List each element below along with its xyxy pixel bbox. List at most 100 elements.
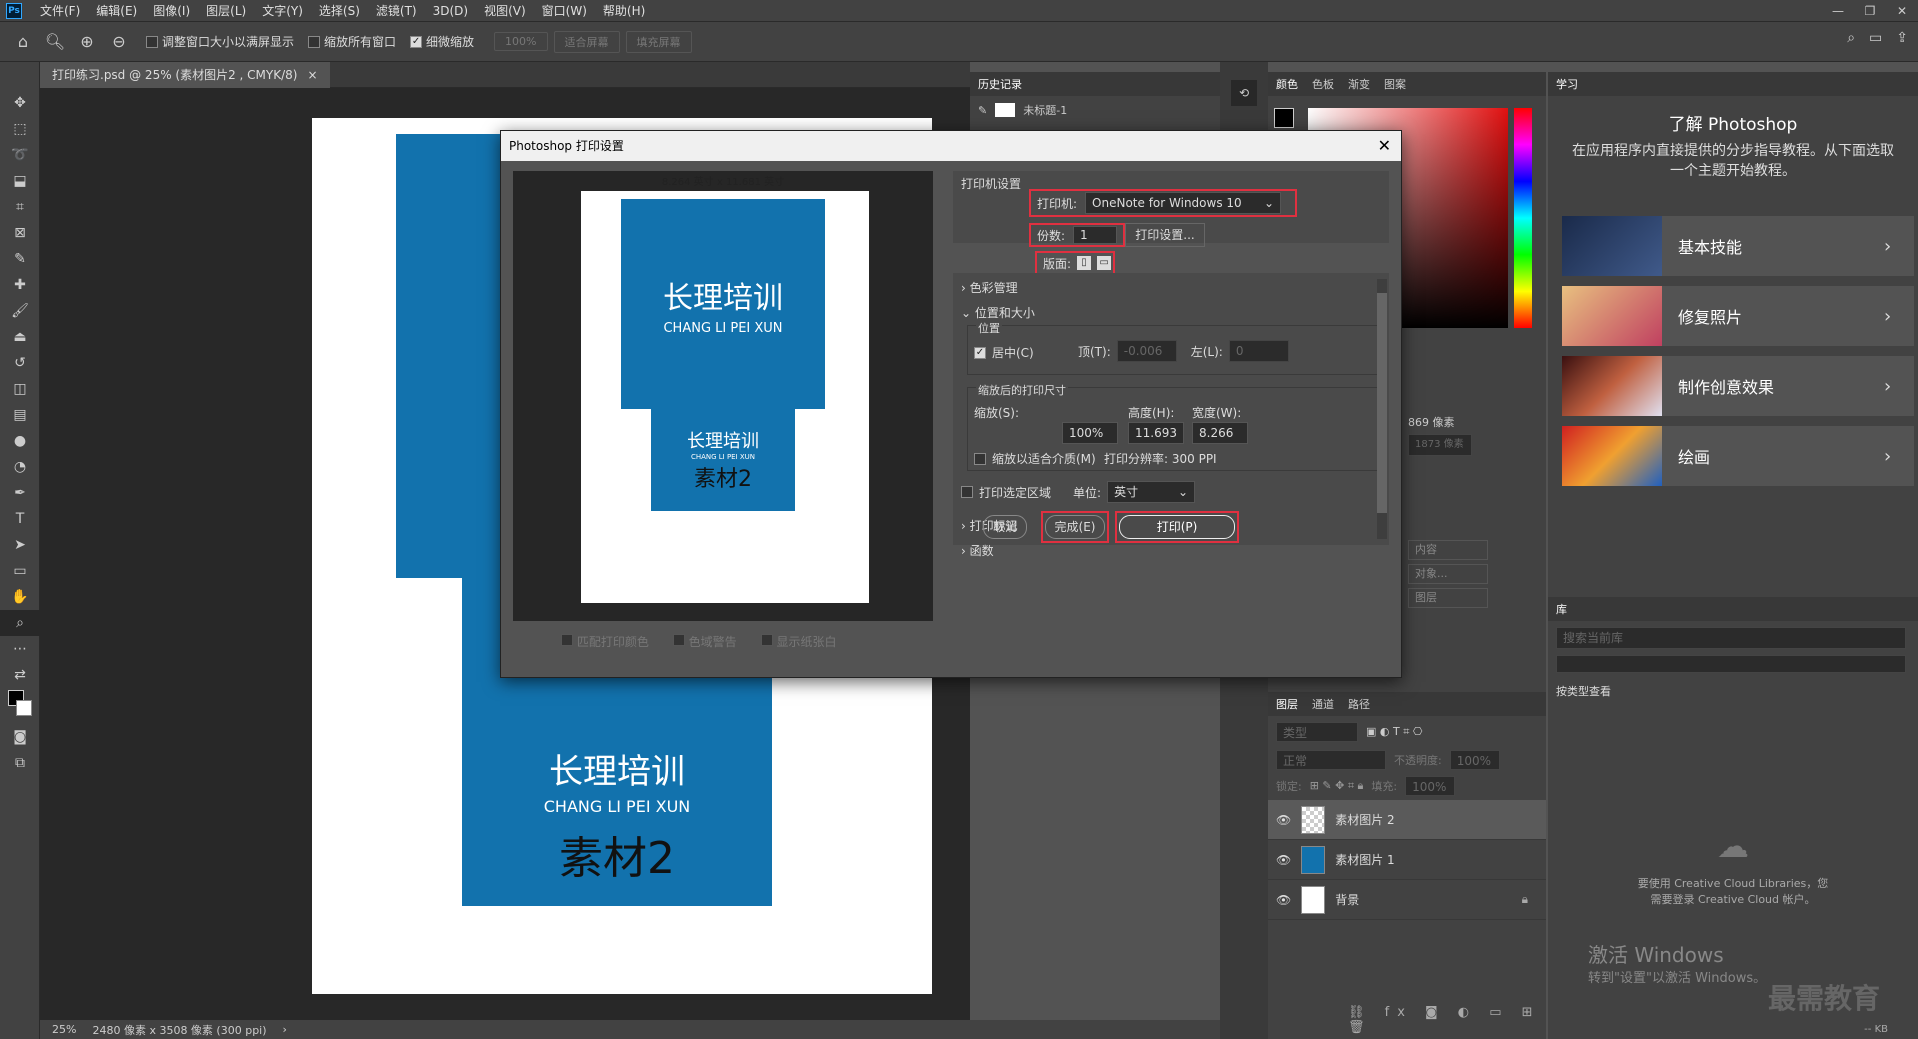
stamp-tool-icon[interactable]: ⏏ (0, 324, 40, 350)
cancel-button[interactable]: 取消 (983, 515, 1027, 539)
scrollbar-thumb[interactable] (1377, 293, 1387, 513)
workspace-icon[interactable]: ▭ (1869, 30, 1882, 46)
type-tool-icon[interactable]: T (0, 506, 40, 532)
scrubby-zoom-option[interactable]: ✓ 细微缩放 (410, 33, 474, 50)
hand-tool-icon[interactable]: ✋ (0, 584, 40, 610)
screen-mode-icon[interactable]: ⧉ (0, 750, 40, 776)
print-selection-checkbox[interactable] (961, 486, 973, 498)
path-select-icon[interactable]: ➤ (0, 532, 40, 558)
object-select-icon[interactable]: ⬓ (0, 168, 40, 194)
properties-layer-button[interactable]: 图层 (1408, 588, 1488, 608)
library-tab[interactable]: 库 (1556, 601, 1567, 617)
layer-filter-select[interactable]: 类型 (1276, 722, 1358, 742)
eraser-tool-icon[interactable]: ◫ (0, 376, 40, 402)
layer-row[interactable]: 👁︎ 素材图片 1 (1268, 840, 1546, 880)
shape-tool-icon[interactable]: ▭ (0, 558, 40, 584)
zoom-tool-icon[interactable]: 🔍︎ (42, 29, 68, 55)
menu-edit[interactable]: 编辑(E) (88, 2, 145, 19)
minimize-button[interactable]: — (1822, 0, 1854, 22)
properties-object-button[interactable]: 对象... (1408, 564, 1488, 584)
learn-tab[interactable]: 学习 (1556, 76, 1578, 92)
scale-input[interactable]: 100% (1062, 422, 1118, 444)
learn-card-painting[interactable]: 绘画 › (1562, 426, 1914, 486)
history-panel-icon[interactable]: ⟲ (1231, 80, 1257, 106)
color-swatches[interactable] (0, 688, 39, 724)
menu-file[interactable]: 文件(F) (32, 2, 88, 19)
filter-icons[interactable]: ▣ ◐ T ⌗ ⎔ (1366, 725, 1423, 739)
scrubby-zoom-checkbox[interactable]: ✓ (410, 35, 423, 48)
status-zoom[interactable]: 25% (52, 1023, 76, 1036)
position-size-header[interactable]: ⌄ 位置和大小 (953, 302, 1389, 323)
library-select[interactable] (1556, 655, 1906, 673)
pen-tool-icon[interactable]: ✒ (0, 480, 40, 506)
status-arrow-icon[interactable]: › (283, 1023, 287, 1036)
quick-mask-icon[interactable]: ◙ (0, 724, 40, 750)
tab-paths[interactable]: 路径 (1348, 696, 1370, 712)
portrait-icon[interactable]: ▯ (1077, 256, 1092, 270)
dodge-tool-icon[interactable]: ◔ (0, 454, 40, 480)
tab-swatches[interactable]: 色板 (1312, 76, 1334, 92)
background-color[interactable] (16, 700, 32, 716)
resize-window-option[interactable]: 调整窗口大小以满屏显示 (146, 33, 294, 50)
hue-slider[interactable] (1514, 108, 1532, 328)
fill-input[interactable]: 100% (1405, 776, 1456, 796)
zoom-tool-active-icon[interactable]: ⌕ (0, 610, 40, 636)
menu-select[interactable]: 选择(S) (311, 2, 368, 19)
home-icon[interactable]: ⌂ (10, 29, 36, 55)
menu-type[interactable]: 文字(Y) (254, 2, 311, 19)
zoom-all-option[interactable]: 缩放所有窗口 (308, 33, 396, 50)
center-checkbox[interactable]: ✓ (974, 346, 986, 359)
document-tab[interactable]: 打印练习.psd @ 25% (素材图片2 , CMYK/8) × (40, 62, 330, 88)
history-tab[interactable]: 历史记录 (978, 76, 1022, 92)
menu-layer[interactable]: 图层(L) (198, 2, 254, 19)
marquee-tool-icon[interactable]: ⬚ (0, 116, 40, 142)
swap-colors-icon[interactable]: ⇄ (0, 662, 40, 688)
zoom-out-icon[interactable]: ⊖ (106, 29, 132, 55)
menu-filter[interactable]: 滤镜(T) (368, 2, 425, 19)
learn-card-creative-effects[interactable]: 制作创意效果 › (1562, 356, 1914, 416)
menu-help[interactable]: 帮助(H) (595, 2, 653, 19)
zoom-all-checkbox[interactable] (308, 35, 321, 48)
gradient-tool-icon[interactable]: ▤ (0, 402, 40, 428)
blend-mode-select[interactable]: 正常 (1276, 750, 1386, 770)
resize-window-checkbox[interactable] (146, 35, 158, 48)
visibility-eye-icon[interactable]: 👁︎ (1276, 853, 1291, 867)
copies-input[interactable]: 1 (1073, 226, 1118, 244)
more-tools-icon[interactable]: ⋯ (0, 636, 40, 662)
share-icon[interactable]: ⇪ (1896, 30, 1908, 46)
width-input[interactable]: 8.266 (1192, 422, 1248, 444)
learn-card-basics[interactable]: 基本技能 › (1562, 216, 1914, 276)
brush-tool-icon[interactable]: 🖌︎ (0, 298, 40, 324)
move-tool-icon[interactable]: ✥ (0, 90, 40, 116)
layer-row[interactable]: 👁︎ 素材图片 2 (1268, 800, 1546, 840)
tab-layers[interactable]: 图层 (1276, 696, 1298, 712)
library-view-select[interactable]: 按类型查看 (1548, 679, 1918, 703)
tab-color[interactable]: 颜色 (1276, 76, 1298, 92)
menu-3d[interactable]: 3D(D) (425, 4, 476, 18)
print-settings-button[interactable]: 打印设置... (1125, 223, 1205, 247)
properties-content-button[interactable]: 内容 (1408, 540, 1488, 560)
zoom-in-icon[interactable]: ⊕ (74, 29, 100, 55)
lasso-tool-icon[interactable]: ➰ (0, 142, 40, 168)
lock-icons[interactable]: ⊞ ✎ ✥ ⌗ 🔒︎ (1310, 779, 1364, 793)
printer-select[interactable]: OneNote for Windows 10 ⌄ (1085, 192, 1282, 214)
dialog-close-icon[interactable]: ✕ (1378, 131, 1391, 161)
tab-channels[interactable]: 通道 (1312, 696, 1334, 712)
healing-brush-icon[interactable]: ✚ (0, 272, 40, 298)
close-window-button[interactable]: ✕ (1886, 0, 1918, 22)
scale-fit-checkbox[interactable] (974, 452, 986, 465)
layer-footer-icons[interactable]: ⛓ fx ◙ ◐ ▭ ⊞ 🗑︎ (1348, 1005, 1546, 1035)
history-item[interactable]: ✎ 未标题-1 (970, 96, 1220, 124)
menu-window[interactable]: 窗口(W) (534, 2, 595, 19)
blur-tool-icon[interactable]: ● (0, 428, 40, 454)
scale-fit-option[interactable]: 缩放以适合介质(M) (974, 450, 1096, 467)
history-brush-icon[interactable]: ↺ (0, 350, 40, 376)
settings-scroll-area[interactable]: › 色彩管理 ⌄ 位置和大小 位置 ✓ 居中(C) 顶(T): -0.006 左(… (953, 273, 1389, 558)
layer-row[interactable]: 👁︎ 背景 🔒︎ (1268, 880, 1546, 920)
close-tab-icon[interactable]: × (307, 62, 317, 88)
landscape-icon[interactable]: ▭ (1097, 256, 1112, 270)
print-button[interactable]: 打印(P) (1119, 515, 1235, 539)
menu-image[interactable]: 图像(I) (145, 2, 198, 19)
visibility-eye-icon[interactable]: 👁︎ (1276, 813, 1291, 827)
settings-scrollbar[interactable] (1377, 279, 1387, 539)
